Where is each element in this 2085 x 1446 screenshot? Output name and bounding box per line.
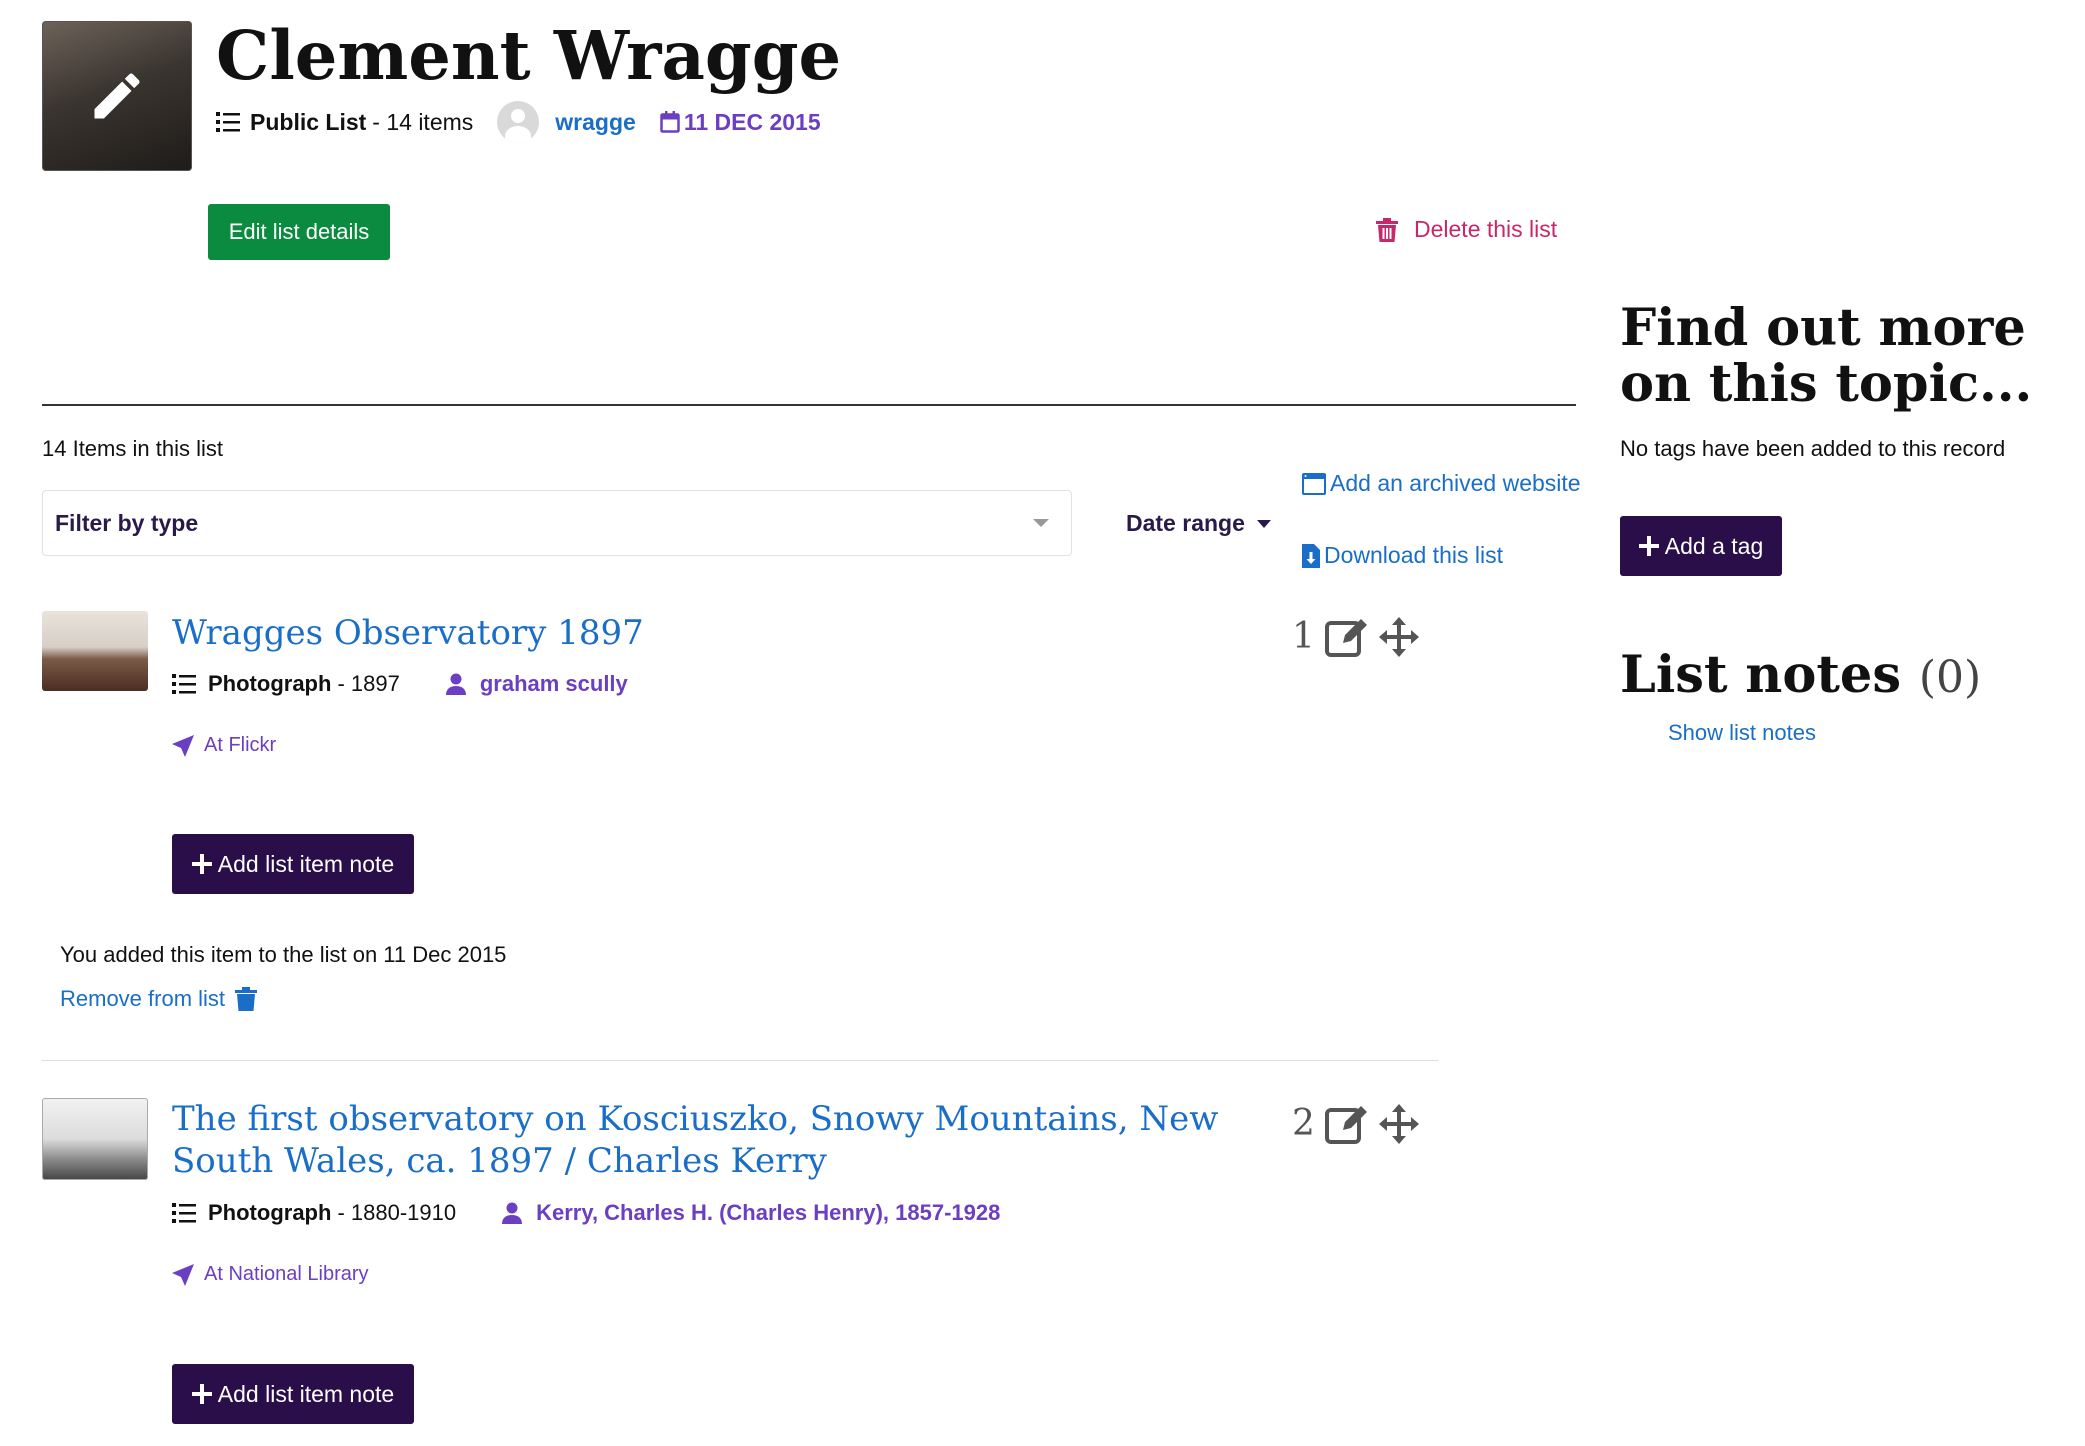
item-author-link[interactable]: graham scully: [480, 671, 628, 697]
download-list-link[interactable]: Download this list: [1302, 542, 1503, 569]
divider: [42, 404, 1576, 406]
item-number: 2: [1292, 1103, 1315, 1144]
item-date: - 1880-1910: [337, 1200, 457, 1225]
item-source-link[interactable]: At Flickr: [172, 734, 276, 757]
owner-link[interactable]: wragge: [555, 109, 636, 136]
user-icon: [445, 673, 466, 695]
item-tools: 2: [1292, 1103, 1419, 1144]
item-source-link[interactable]: At National Library: [172, 1263, 369, 1286]
item-source-label: At National Library: [204, 1263, 369, 1285]
page-title: Clement Wragge: [216, 16, 842, 95]
add-archived-website-link[interactable]: Add an archived website: [1302, 470, 1581, 497]
filter-by-type-select[interactable]: Filter by type: [42, 490, 1072, 556]
avatar[interactable]: [497, 101, 540, 143]
delete-list-button[interactable]: Delete this list: [1376, 216, 1557, 243]
plus-icon: [191, 854, 212, 874]
list-visibility: Public List: [250, 108, 367, 135]
caret-down-icon: [1256, 519, 1271, 528]
item-tools: 1: [1292, 616, 1419, 657]
edit-icon[interactable]: [1324, 1104, 1369, 1144]
browser-icon: [1302, 472, 1326, 495]
remove-from-list-link[interactable]: Remove from list: [60, 986, 258, 1012]
plus-icon: [191, 1384, 212, 1404]
add-tag-button[interactable]: Add a tag: [1620, 516, 1782, 576]
show-list-notes-link[interactable]: Show list notes: [1668, 720, 1816, 746]
items-count: 14 Items in this list: [42, 436, 223, 461]
item-title-link[interactable]: The first observatory on Kosciuszko, Sno…: [172, 1098, 1232, 1182]
item-title-link[interactable]: Wragges Observatory 1897: [172, 612, 644, 654]
list-notes-count: (0): [1918, 652, 1982, 703]
chevron-down-icon: [1033, 519, 1049, 527]
location-arrow-icon: [172, 1263, 194, 1286]
item-number: 1: [1292, 616, 1315, 657]
item-thumbnail[interactable]: [42, 1098, 148, 1180]
pencil-icon[interactable]: [87, 66, 147, 126]
list-notes-heading: List notes (0): [1620, 645, 1981, 705]
item-thumbnail[interactable]: [42, 611, 148, 691]
date-range-dropdown[interactable]: Date range: [1126, 510, 1271, 537]
location-arrow-icon: [172, 734, 194, 757]
filter-label: Filter by type: [55, 509, 199, 536]
no-tags-text: No tags have been added to this record: [1620, 436, 2006, 461]
list-icon: [172, 1202, 196, 1224]
remove-label: Remove from list: [60, 986, 226, 1011]
item-type: Photograph: [208, 671, 332, 696]
list-notes-title: List notes: [1620, 645, 1902, 705]
trash-icon: [235, 987, 258, 1011]
item-meta: Photograph - 1897 graham scully: [172, 671, 628, 697]
list-thumbnail[interactable]: [42, 21, 192, 171]
date-range-label: Date range: [1126, 510, 1245, 536]
edit-icon[interactable]: [1324, 617, 1369, 657]
item-author-link[interactable]: Kerry, Charles H. (Charles Henry), 1857-…: [536, 1200, 1000, 1226]
item-source-label: At Flickr: [204, 734, 277, 756]
delete-list-label: Delete this list: [1414, 216, 1558, 242]
divider: [42, 1060, 1438, 1061]
plus-icon: [1638, 536, 1659, 556]
item-date: - 1897: [337, 671, 400, 696]
list-item-count: - 14 items: [372, 108, 474, 135]
add-item-note-button[interactable]: Add list item note: [172, 1364, 414, 1424]
add-archived-label: Add an archived website: [1330, 470, 1581, 496]
list-icon: [216, 111, 240, 133]
list-icon: [172, 673, 196, 695]
calendar-icon: [660, 111, 680, 133]
item-type: Photograph: [208, 1200, 332, 1225]
list-date: 11 DEC 2015: [660, 109, 821, 136]
list-meta: Public List - 14 items wragge 11 DEC 201…: [216, 101, 821, 143]
move-icon[interactable]: [1378, 1103, 1419, 1144]
add-item-note-label: Add list item note: [217, 850, 395, 877]
edit-list-button[interactable]: Edit list details: [208, 204, 390, 260]
add-item-note-label: Add list item note: [217, 1380, 395, 1407]
download-file-icon: [1302, 543, 1320, 568]
user-icon: [502, 1202, 523, 1224]
download-list-label: Download this list: [1324, 542, 1503, 568]
item-meta: Photograph - 1880-1910 Kerry, Charles H.…: [172, 1200, 1000, 1226]
move-icon[interactable]: [1378, 616, 1419, 657]
add-tag-label: Add a tag: [1664, 532, 1764, 559]
find-out-more-heading: Find out more on this topic...: [1620, 298, 2033, 414]
trash-icon: [1376, 217, 1398, 242]
added-date-text: You added this item to the list on 11 De…: [60, 942, 507, 967]
add-item-note-button[interactable]: Add list item note: [172, 834, 414, 894]
list-date-text: 11 DEC 2015: [683, 108, 821, 135]
